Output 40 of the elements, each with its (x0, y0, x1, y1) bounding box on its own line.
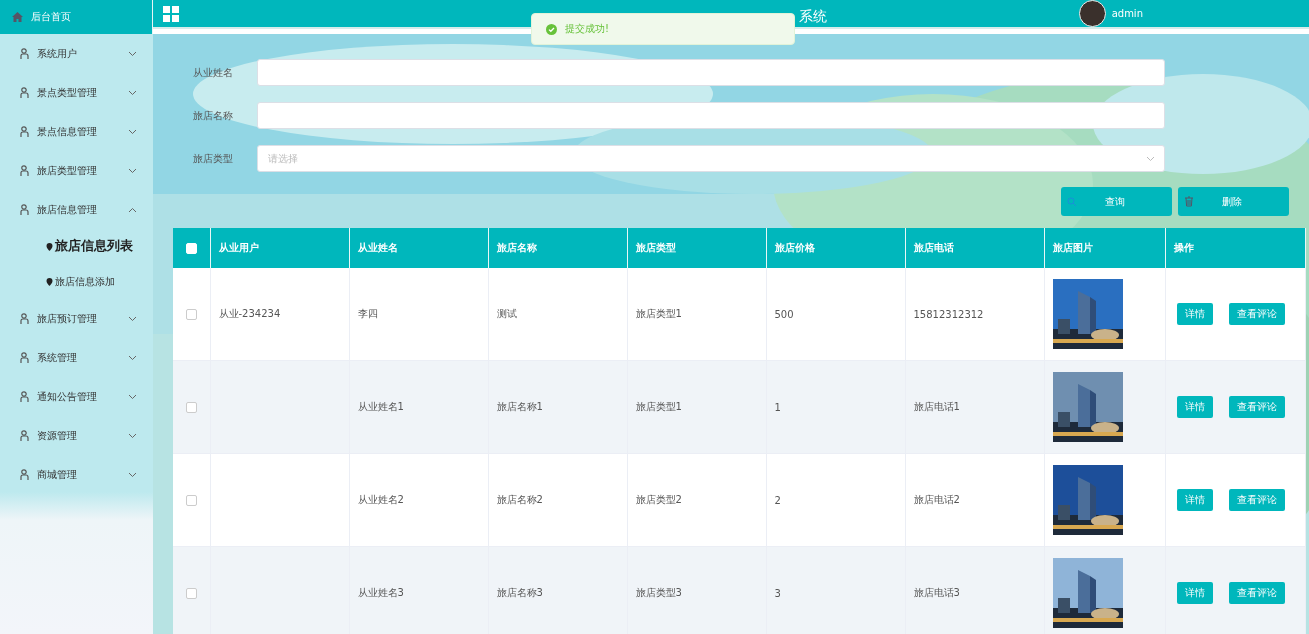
chevron-up-icon (128, 206, 137, 213)
menu-item[interactable]: 旅店预订管理 (0, 299, 153, 338)
user-icon (20, 125, 31, 138)
user-icon (20, 164, 31, 177)
chevron-down-icon (128, 315, 137, 322)
chevron-down-icon (128, 89, 137, 96)
user-icon (20, 429, 31, 442)
chevron-down-icon (128, 393, 137, 400)
chevron-down-icon (128, 471, 137, 478)
pin-icon (46, 242, 53, 251)
user-icon (20, 86, 31, 99)
chevron-down-icon (128, 354, 137, 361)
user-icon (20, 203, 31, 216)
grid-icon[interactable] (163, 5, 179, 22)
user-icon (20, 390, 31, 403)
user-icon (20, 312, 31, 325)
menu-item[interactable]: 旅店信息管理 (0, 190, 153, 229)
menu-item[interactable]: 景点信息管理 (0, 112, 153, 151)
home-icon (12, 12, 23, 22)
pin-icon (46, 277, 53, 286)
submenu-item[interactable]: 旅店信息列表 (0, 229, 153, 264)
toast-message: 提交成功! (565, 22, 609, 36)
chevron-down-icon (128, 50, 137, 57)
user-icon (20, 47, 31, 60)
menu-item[interactable]: 资源管理 (0, 416, 153, 455)
menu-item[interactable]: 系统用户 (0, 34, 153, 73)
header-title: 系统 (799, 8, 827, 26)
menu-item[interactable]: 通知公告管理 (0, 377, 153, 416)
user-icon (20, 351, 31, 364)
chevron-down-icon (128, 167, 137, 174)
menu-item[interactable]: 旅店类型管理 (0, 151, 153, 190)
user-icon (20, 468, 31, 481)
menu-item[interactable]: 景点类型管理 (0, 73, 153, 112)
avatar[interactable] (1078, 0, 1106, 27)
check-circle-icon (546, 23, 557, 35)
chevron-down-icon (128, 128, 137, 135)
submenu-item[interactable]: 旅店信息添加 (0, 264, 153, 299)
chevron-down-icon (128, 432, 137, 439)
menu-item[interactable]: 系统管理 (0, 338, 153, 377)
menu-item[interactable]: 商城管理 (0, 455, 153, 494)
